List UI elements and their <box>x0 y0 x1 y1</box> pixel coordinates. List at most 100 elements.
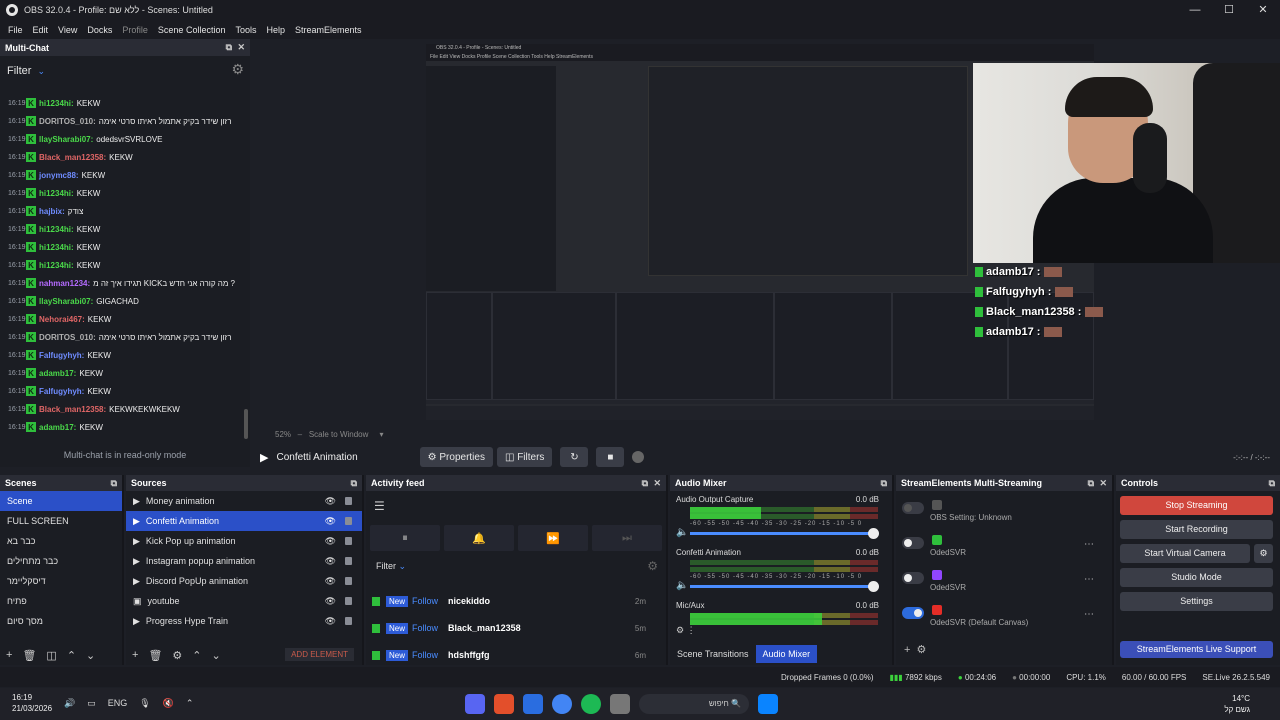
start-recording-button[interactable]: Start Recording <box>1120 520 1273 539</box>
volume-slider[interactable] <box>690 532 876 535</box>
message-user[interactable]: hi1234hi: <box>39 243 74 252</box>
message-user[interactable]: Falfugyhyh: <box>39 387 84 396</box>
menu-help[interactable]: Help <box>261 25 290 35</box>
mixer-gear-icon[interactable]: ⚙ ⋮ <box>676 625 696 636</box>
eye-icon[interactable]: 👁 <box>325 496 336 507</box>
trash-icon[interactable]: 🗑 <box>22 649 36 662</box>
menu-docks[interactable]: Docks <box>82 25 117 35</box>
message-user[interactable]: DORITOS_010: <box>39 333 96 342</box>
add-icon[interactable]: + <box>6 649 12 661</box>
play-icon[interactable]: ▶ <box>260 451 268 464</box>
eye-icon[interactable]: 👁 <box>325 616 336 627</box>
apps-grid-icon[interactable] <box>523 694 543 714</box>
eye-icon[interactable]: 👁 <box>325 556 336 567</box>
scene-item[interactable]: דיסקליימר <box>0 571 122 591</box>
chrome-icon[interactable] <box>552 694 572 714</box>
weather-widget[interactable]: 14°C גשם קל <box>1224 693 1250 715</box>
network-icon[interactable]: ▭ <box>87 698 96 709</box>
message-user[interactable]: nahman1234: <box>39 279 90 288</box>
volume-knob[interactable] <box>868 528 879 539</box>
menu-streamelements[interactable]: StreamElements <box>290 25 367 35</box>
message-user[interactable]: adamb17: <box>39 369 76 378</box>
message-user[interactable]: hi1234hi: <box>39 189 74 198</box>
stop-streaming-button[interactable]: Stop Streaming <box>1120 496 1273 515</box>
undock-icon[interactable]: ⧉ <box>881 478 887 489</box>
message-user[interactable]: hi1234hi: <box>39 225 74 234</box>
discord-icon[interactable] <box>465 694 485 714</box>
menu-view[interactable]: View <box>53 25 82 35</box>
activity-filter[interactable]: Filter ⌄ <box>376 561 406 572</box>
lock-icon[interactable] <box>345 557 352 565</box>
source-item[interactable]: ▶ Kick Pop up animation 👁 <box>126 531 362 551</box>
chevron-down-icon[interactable]: ⌄ <box>212 649 221 662</box>
destination-toggle[interactable] <box>902 537 924 549</box>
eye-icon[interactable]: 👁 <box>325 596 336 607</box>
filter-icon[interactable]: ◫ <box>46 649 56 662</box>
undock-icon[interactable]: ⧉ <box>226 42 232 53</box>
lock-icon[interactable] <box>345 617 352 625</box>
eye-icon[interactable]: 👁 <box>325 516 336 527</box>
undock-icon[interactable]: ⧉ <box>1088 478 1094 489</box>
destination-toggle[interactable] <box>902 572 924 584</box>
gear-icon[interactable]: ⚙ <box>231 61 244 78</box>
message-user[interactable]: Black_man12358: <box>39 405 106 414</box>
tab-scene-transitions[interactable]: Scene Transitions <box>670 645 756 663</box>
undock-icon[interactable]: ⧉ <box>111 478 117 489</box>
stop-media-button[interactable]: ■ <box>596 447 625 467</box>
chevron-up-icon[interactable]: ⌃ <box>192 649 201 662</box>
message-user[interactable]: hi1234hi: <box>39 99 74 108</box>
scene-item[interactable]: פתיח <box>0 591 122 611</box>
tab-audio-mixer[interactable]: Audio Mixer <box>755 645 818 663</box>
skip-end-button[interactable]: ⏭ <box>592 525 662 551</box>
studio-mode-button[interactable]: Studio Mode <box>1120 568 1273 587</box>
minimize-button[interactable]: — <box>1178 0 1212 20</box>
language-indicator[interactable]: ENG <box>108 698 128 709</box>
chevron-down-icon[interactable]: ⌄ <box>86 649 95 662</box>
obs-app-icon[interactable] <box>494 694 514 714</box>
virtual-camera-settings-button[interactable]: ⚙ <box>1254 544 1273 563</box>
close-dock-icon[interactable]: ✕ <box>653 478 661 489</box>
undock-icon[interactable]: ⧉ <box>351 478 357 489</box>
gear-icon[interactable]: ⚙ <box>172 649 182 662</box>
menu-file[interactable]: File <box>3 25 28 35</box>
scene-item[interactable]: כבר מתחילים <box>0 551 122 571</box>
message-user[interactable]: Nehorai467: <box>39 315 85 324</box>
source-item[interactable]: ▶ Confetti Animation 👁 <box>126 511 362 531</box>
settings-button[interactable]: Settings <box>1120 592 1273 611</box>
scene-item[interactable]: כבר בא <box>0 531 122 551</box>
chevron-up-icon[interactable]: ⌃ <box>67 649 76 662</box>
maximize-button[interactable]: ☐ <box>1212 0 1246 20</box>
message-user[interactable]: hajbix: <box>39 207 65 216</box>
eye-icon[interactable]: 👁 <box>325 576 336 587</box>
restart-button[interactable]: ↻ <box>560 447 589 467</box>
chat-scrollbar[interactable] <box>244 409 248 439</box>
message-user[interactable]: hi1234hi: <box>39 261 74 270</box>
destination-toggle[interactable] <box>902 607 924 619</box>
message-user[interactable]: adamb17: <box>39 423 76 432</box>
mute-icon[interactable]: 🔇 <box>163 698 174 709</box>
eye-icon[interactable]: 👁 <box>325 536 336 547</box>
taskbar-search[interactable]: חיפוש 🔍 <box>639 694 749 714</box>
start-virtual-camera-button[interactable]: Start Virtual Camera <box>1120 544 1250 563</box>
properties-button[interactable]: ⚙ Properties <box>419 447 493 467</box>
message-user[interactable]: jonymc88: <box>39 171 79 180</box>
menu-icon[interactable]: ☰ <box>374 499 385 513</box>
gear-icon[interactable]: ⚙ <box>647 559 658 573</box>
chevron-up-icon[interactable]: ⌃ <box>186 698 194 709</box>
media-seek-handle[interactable] <box>632 451 645 463</box>
lock-icon[interactable] <box>345 517 352 525</box>
close-window-button[interactable]: ✕ <box>1246 0 1280 20</box>
undock-icon[interactable]: ⧉ <box>642 478 648 489</box>
volume-icon[interactable]: 🔈 <box>676 527 688 538</box>
more-icon[interactable]: ⋯ <box>1084 574 1094 585</box>
scene-item[interactable]: FULL SCREEN <box>0 511 122 531</box>
source-item[interactable]: ▶ Instagram popup animation 👁 <box>126 551 362 571</box>
menu-profile[interactable]: Profile <box>117 25 153 35</box>
source-item[interactable]: ▶ Money animation 👁 <box>126 491 362 511</box>
volume-slider[interactable] <box>690 585 876 588</box>
add-icon[interactable]: + <box>132 649 138 661</box>
lock-icon[interactable] <box>345 537 352 545</box>
volume-icon[interactable]: 🔊 <box>64 698 75 709</box>
spotify-icon[interactable] <box>581 694 601 714</box>
menu-scene-collection[interactable]: Scene Collection <box>153 25 231 35</box>
